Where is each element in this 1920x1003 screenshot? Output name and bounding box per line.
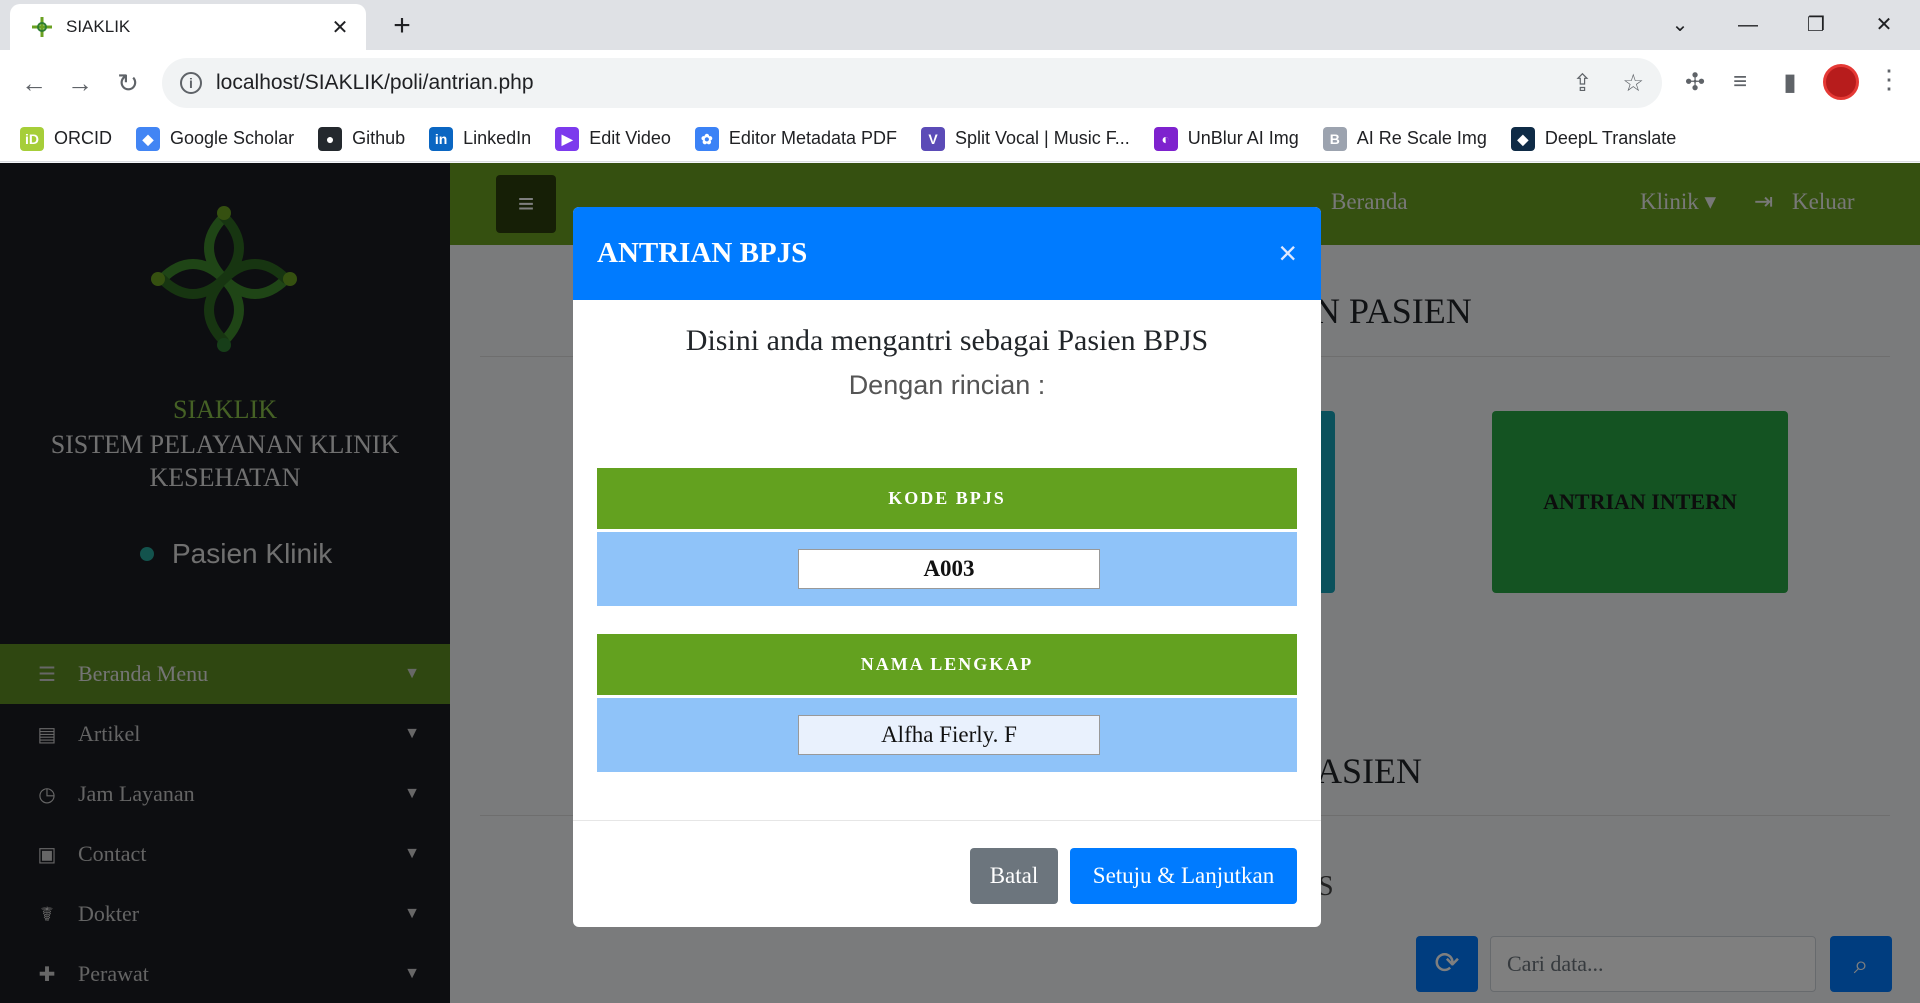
tab-search-chevron-icon[interactable]: ⌄ [1650, 8, 1710, 42]
close-tab-icon[interactable]: ✕ [328, 15, 352, 40]
bookmark-label: Github [352, 128, 406, 148]
browser-toolbar: ← → ↻ i localhost/SIAKLIK/poli/antrian.p… [0, 50, 1920, 116]
new-tab-button[interactable]: + [384, 9, 420, 45]
rescale-icon: B [1322, 126, 1347, 151]
browser-tab-bar: SIAKLIK ✕ + ⌄ — ❐ ✕ [0, 0, 1920, 50]
orcid-icon: iD [20, 126, 44, 151]
split-vocal-icon: V [921, 126, 945, 151]
bookmark-item[interactable]: ◐ UnBlur AI Img [1153, 126, 1299, 151]
bookmark-item[interactable]: in LinkedIn [429, 126, 532, 151]
siaklik-favicon-icon [32, 17, 52, 37]
bookmark-star-icon[interactable]: ☆ [1622, 69, 1644, 98]
bookmark-label: ORCID [54, 128, 112, 148]
metadata-icon: ✿ [694, 126, 719, 151]
linkedin-icon: in [429, 126, 454, 151]
bookmark-item[interactable]: ◆ DeepL Translate [1510, 126, 1677, 151]
reload-icon[interactable]: ↻ [108, 63, 148, 103]
antrian-bpjs-modal: ANTRIAN BPJS × Disini anda mengantri seb… [573, 207, 1321, 927]
bookmark-label: Google Scholar [170, 128, 295, 148]
bookmark-label: UnBlur AI Img [1187, 128, 1299, 148]
google-scholar-icon: ◆ [136, 126, 160, 151]
restore-window-icon[interactable]: ❐ [1786, 8, 1846, 42]
back-arrow-icon[interactable]: ← [14, 63, 54, 103]
bookmark-item[interactable]: B AI Re Scale Img [1322, 126, 1487, 151]
cancel-button[interactable]: Batal [970, 848, 1058, 904]
nama-lengkap-label: NAMA LENGKAP [597, 634, 1297, 695]
media-queue-icon[interactable]: ≡ [1725, 68, 1755, 96]
minimize-window-icon[interactable]: — [1718, 8, 1778, 42]
nama-lengkap-field[interactable]: Alfha Fierly. F [798, 715, 1100, 755]
close-window-icon[interactable]: ✕ [1854, 8, 1914, 42]
bookmark-item[interactable]: iD ORCID [20, 126, 112, 151]
modal-intro-text: Disini anda mengantri sebagai Pasien BPJ… [685, 324, 1209, 357]
share-icon[interactable]: ⇪ [1572, 69, 1592, 98]
modal-title: ANTRIAN BPJS [597, 237, 808, 269]
bookmarks-bar: iD ORCID ◆ Google Scholar ● Github in LinkedIn ▶… [0, 116, 1920, 162]
profile-avatar[interactable] [1823, 64, 1859, 100]
modal-sub-text: Dengan rincian : [848, 370, 1046, 400]
bookmark-item[interactable]: ▶ Edit Video [555, 126, 671, 151]
bookmark-label: LinkedIn [463, 128, 532, 148]
address-bar[interactable]: i localhost/SIAKLIK/poli/antrian.php ⇪ ☆ [162, 58, 1662, 108]
bookmark-item[interactable]: ✿ Editor Metadata PDF [694, 126, 897, 151]
github-icon: ● [318, 126, 343, 151]
modal-header: ANTRIAN BPJS × [573, 207, 1321, 300]
browser-menu-icon[interactable]: ⋮ [1876, 64, 1902, 95]
confirm-continue-button[interactable]: Setuju & Lanjutkan [1070, 848, 1297, 904]
bookmark-label: DeepL Translate [1544, 128, 1677, 148]
bookmark-item[interactable]: ● Github [318, 126, 406, 151]
site-info-icon[interactable]: i [180, 72, 202, 94]
bookmark-item[interactable]: ◆ Google Scholar [136, 126, 295, 151]
kode-bpjs-field-area: A003 [597, 532, 1297, 606]
modal-footer: Batal Setuju & Lanjutkan [573, 820, 1321, 927]
side-panel-icon[interactable]: ▮ [1775, 68, 1805, 97]
close-icon[interactable]: × [1278, 235, 1297, 272]
bookmark-label: AI Re Scale Img [1356, 128, 1487, 148]
nama-lengkap-field-area: Alfha Fierly. F [597, 698, 1297, 772]
edit-video-icon: ▶ [555, 126, 580, 151]
extensions-puzzle-icon[interactable]: ✣ [1680, 68, 1710, 97]
forward-arrow-icon[interactable]: → [60, 63, 100, 103]
kode-bpjs-field[interactable]: A003 [798, 549, 1100, 589]
bookmark-label: Edit Video [589, 128, 671, 148]
url-text[interactable]: localhost/SIAKLIK/poli/antrian.php [216, 71, 1542, 95]
bookmark-item[interactable]: V Split Vocal | Music F... [921, 126, 1130, 151]
unblur-icon: ◐ [1153, 126, 1178, 151]
kode-bpjs-label: KODE BPJS [597, 468, 1297, 529]
deepl-icon: ◆ [1510, 126, 1535, 151]
bookmark-label: Split Vocal | Music F... [955, 128, 1130, 148]
bookmark-label: Editor Metadata PDF [728, 128, 897, 148]
browser-tab[interactable]: SIAKLIK ✕ [10, 4, 366, 50]
tab-title: SIAKLIK [66, 17, 131, 36]
